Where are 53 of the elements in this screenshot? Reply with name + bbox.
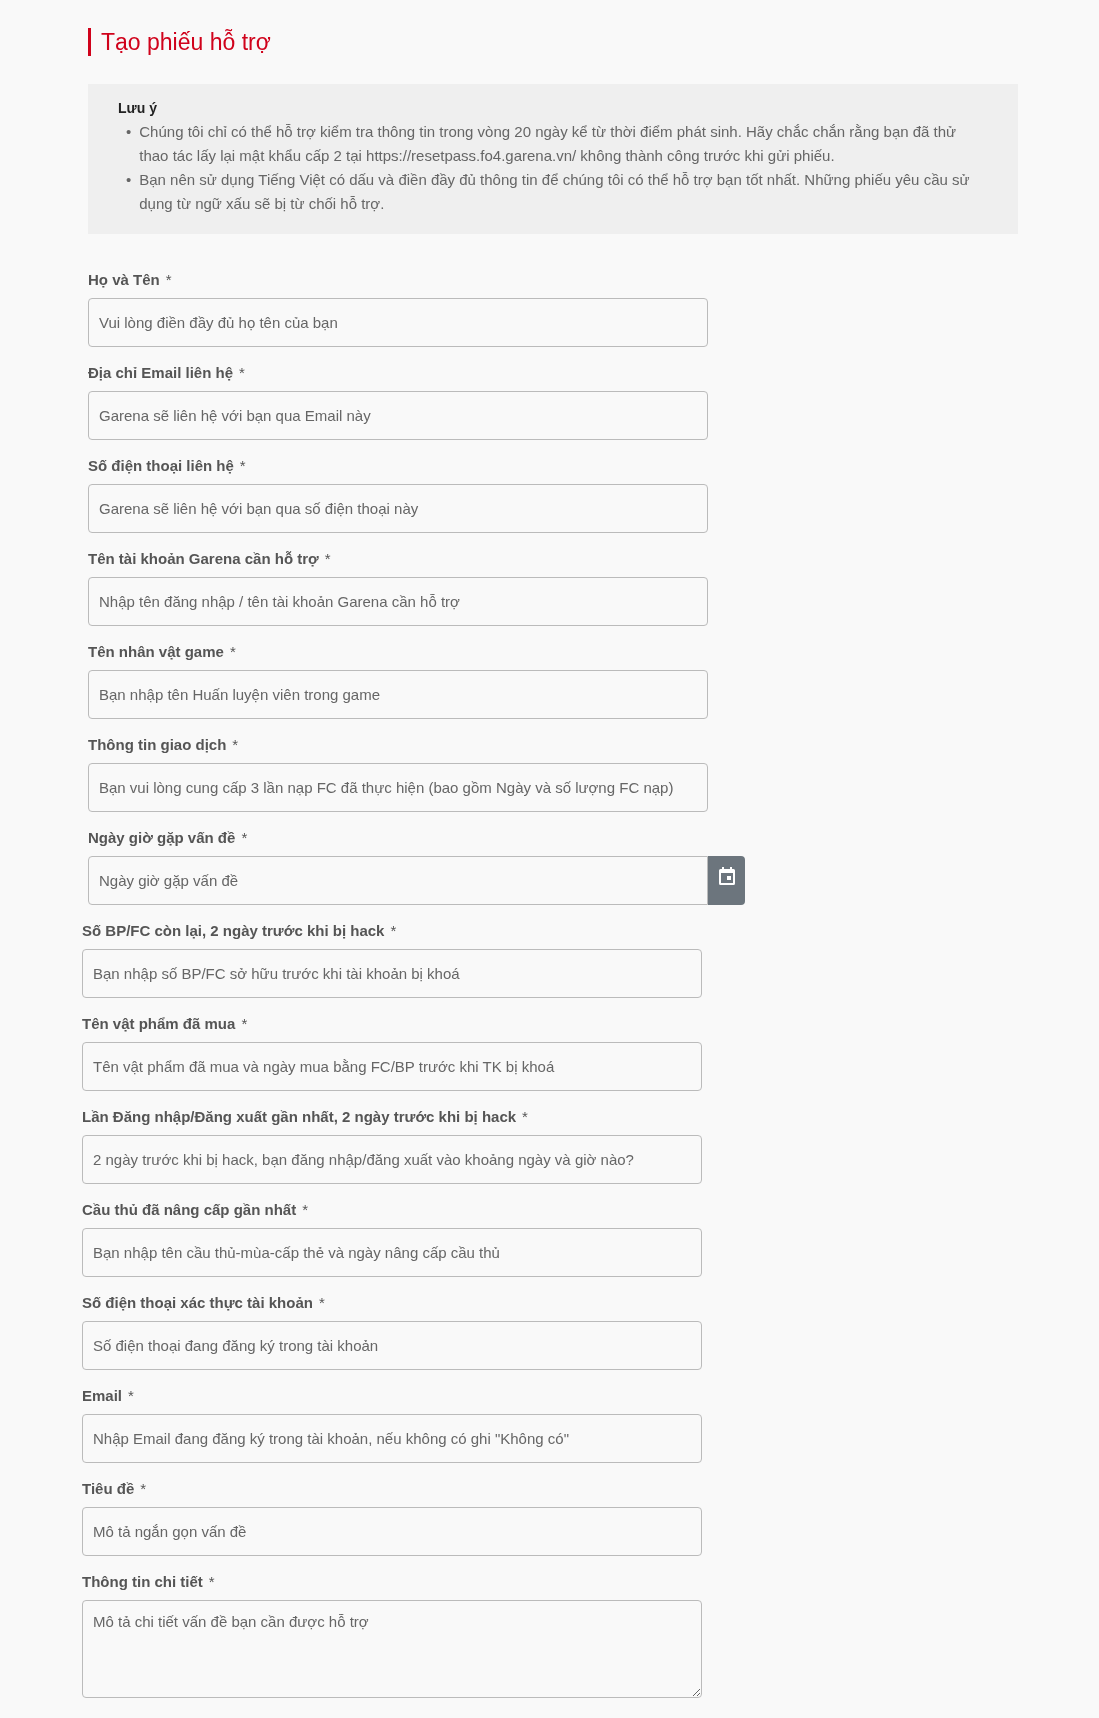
field-label: Thông tin chi tiết bbox=[82, 1572, 203, 1592]
text-area[interactable]: Mô tả chi tiết vấn đề bạn cần được hỗ trợ bbox=[82, 1600, 702, 1698]
required-mark: * bbox=[239, 456, 246, 476]
note-item: Bạn nên sử dụng Tiếng Việt có dấu và điền đầy đủ thông tin để chúng tôi có thể hỗ trợ bạn tốt nhất. Những phiếu yêu cầu sử dụng từ ngữ xấu sẽ bị từ chối hỗ trợ. bbox=[139, 170, 971, 214]
bullet: • bbox=[126, 170, 132, 190]
input-field[interactable]: Bạn nhập tên cầu thủ-mùa-cấp thẻ và ngày nâng cấp cầu thủ bbox=[82, 1228, 702, 1277]
input-field[interactable]: Nhập tên đăng nhập / tên tài khoản Garena cần hỗ trợ bbox=[88, 577, 708, 626]
input-field[interactable]: Tên vật phẩm đã mua và ngày mua bằng FC/BP trước khi TK bị khoá bbox=[82, 1042, 702, 1091]
field-label: Lần Đăng nhập/Đăng xuất gần nhất, 2 ngày trước khi bị hack bbox=[82, 1107, 517, 1127]
date-field[interactable]: Ngày giờ gặp vấn đề bbox=[88, 856, 708, 905]
required-mark: * bbox=[229, 642, 236, 662]
field-label: Tên nhân vật game bbox=[88, 642, 224, 662]
required-mark: * bbox=[140, 1479, 147, 1499]
calendar-icon bbox=[718, 867, 735, 885]
required-mark: * bbox=[239, 363, 245, 383]
input-field[interactable]: Mô tả ngắn gọn vấn đề bbox=[82, 1507, 702, 1556]
input-field[interactable]: Garena sẽ liên hệ với bạn qua số điện thoại này bbox=[88, 484, 708, 533]
required-mark: * bbox=[241, 828, 248, 848]
required-mark: * bbox=[232, 735, 239, 755]
input-field[interactable]: Vui lòng điền đầy đủ họ tên của bạn bbox=[88, 298, 708, 347]
bullet: • bbox=[126, 122, 132, 142]
input-field[interactable]: Bạn vui lòng cung cấp 3 lần nạp FC đã thực hiện (bao gồm Ngày và số lượng FC nạp) bbox=[88, 763, 708, 812]
input-field[interactable]: Bạn nhập số BP/FC sở hữu trước khi tài khoản bị khoá bbox=[82, 949, 702, 998]
required-mark: * bbox=[318, 1293, 325, 1313]
input-field[interactable]: Garena sẽ liên hệ với bạn qua Email này bbox=[88, 391, 708, 440]
required-mark: * bbox=[241, 1014, 248, 1034]
required-mark: * bbox=[324, 549, 331, 569]
required-mark: * bbox=[302, 1200, 309, 1220]
required-mark: * bbox=[390, 921, 397, 941]
field-label: Thông tin giao dịch bbox=[88, 735, 227, 755]
note-item: Chúng tôi chỉ có thể hỗ trợ kiểm tra thông tin trong vòng 20 ngày kể từ thời điểm phát sinh. Hãy chắc chắn rằng bạn đã thử thao tác lấy lại mật khẩu cấp 2 tại https://resetpass.fo4.garena.vn/ không thành công trước khi gửi phiếu. bbox=[139, 122, 958, 166]
input-field[interactable]: Bạn nhập tên Huấn luyện viên trong game bbox=[88, 670, 708, 719]
required-mark: * bbox=[522, 1107, 528, 1127]
note-heading: Lưu ý bbox=[118, 100, 158, 116]
field-label: Số điện thoại xác thực tài khoản bbox=[82, 1293, 313, 1313]
input-field[interactable]: Số điện thoại đang đăng ký trong tài khoản bbox=[82, 1321, 702, 1370]
required-mark: * bbox=[208, 1572, 215, 1592]
input-field[interactable]: Nhập Email đang đăng ký trong tài khoản, nếu không có ghi "Không có" bbox=[82, 1414, 702, 1463]
field-label: Tiêu đề bbox=[82, 1479, 135, 1499]
field-label: Địa chỉ Email liên hệ bbox=[88, 363, 234, 383]
field-label: Số BP/FC còn lại, 2 ngày trước khi bị hack bbox=[82, 921, 385, 941]
field-label: Email bbox=[82, 1386, 123, 1406]
required-mark: * bbox=[128, 1386, 134, 1406]
field-label: Tên vật phẩm đã mua bbox=[82, 1014, 236, 1034]
required-mark: * bbox=[165, 270, 172, 290]
field-label: Tên tài khoản Garena cần hỗ trợ bbox=[88, 549, 319, 569]
input-field[interactable]: 2 ngày trước khi bị hack, bạn đăng nhập/đăng xuất vào khoảng ngày và giờ nào? bbox=[82, 1135, 702, 1184]
field-label: Ngày giờ gặp vấn đề bbox=[88, 828, 236, 848]
field-label: Số điện thoại liên hệ bbox=[88, 456, 234, 476]
field-label: Cầu thủ đã nâng cấp gần nhất bbox=[82, 1200, 297, 1220]
calendar-button[interactable] bbox=[708, 856, 745, 905]
field-label: Họ và Tên bbox=[88, 270, 160, 290]
page-title: Tạo phiếu hỗ trợ bbox=[88, 28, 1099, 56]
